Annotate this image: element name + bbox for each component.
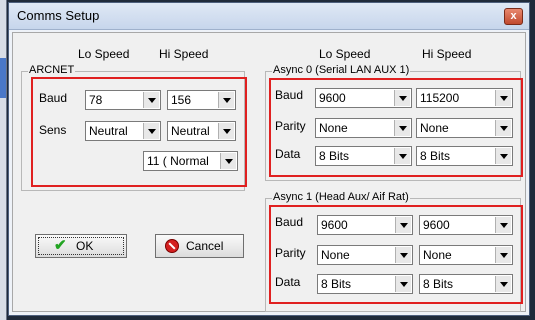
arcnet-baud-hi-value: 156 [171,93,192,107]
close-button[interactable]: x [504,8,523,25]
async0-baud-hi-value: 115200 [420,91,460,105]
cancel-button-label: Cancel [186,239,224,253]
async0-data-hi-select[interactable]: 8 Bits [416,146,513,166]
async1-parity-hi-select[interactable]: None [419,245,513,265]
async0-parity-hi-select[interactable]: None [416,118,513,138]
async0-data-lo-select[interactable]: 8 Bits [315,146,412,166]
chevron-down-icon[interactable] [495,247,511,263]
close-icon: x [510,10,517,22]
chevron-down-icon[interactable] [394,90,410,106]
async0-baud-lo-select[interactable]: 9600 [315,88,412,108]
async0-data-label: Data [275,147,301,161]
async0-data-hi-value: 8 Bits [420,149,451,163]
comms-setup-dialog: Comms Setup x Lo Speed Hi Speed ARCNET B… [8,2,530,316]
chevron-down-icon[interactable] [218,92,234,108]
arcnet-sens-hi-select[interactable]: Neutral [167,121,236,141]
chevron-down-icon[interactable] [495,120,511,136]
chevron-down-icon[interactable] [395,247,411,263]
chevron-down-icon[interactable] [220,153,236,169]
arcnet-sens-lo-select[interactable]: Neutral [85,121,161,141]
window-title: Comms Setup [17,8,100,23]
arcnet-baud-hi-select[interactable]: 156 [167,90,236,110]
async0-baud-hi-select[interactable]: 115200 [416,88,513,108]
async-lo-speed-header: Lo Speed [319,47,371,61]
arcnet-sens-lo-value: Neutral [89,124,128,138]
async0-parity-lo-value: None [319,121,348,135]
arcnet-baud-lo-select[interactable]: 78 [85,90,161,110]
async1-baud-lo-select[interactable]: 9600 [317,215,413,235]
async-hi-speed-header: Hi Speed [422,47,472,61]
title-bar[interactable]: Comms Setup x [9,3,529,30]
cancel-button[interactable]: Cancel [155,234,244,258]
async0-baud-label: Baud [275,88,304,102]
chevron-down-icon[interactable] [395,276,411,292]
async1-group-title: Async 1 (Head Aux/ Aif Rat) [272,191,410,203]
arcnet-lo-speed-header: Lo Speed [78,47,130,61]
chevron-down-icon[interactable] [495,148,511,164]
async1-parity-lo-select[interactable]: None [317,245,413,265]
async0-data-lo-value: 8 Bits [319,149,350,163]
async0-baud-lo-value: 9600 [319,91,346,105]
async0-group-title: Async 0 (Serial LAN AUX 1) [272,64,411,76]
arcnet-sens-hi-value: Neutral [171,124,210,138]
ok-button[interactable]: ✔ OK [35,234,127,258]
chevron-down-icon[interactable] [143,123,159,139]
background-window-edge [0,0,7,320]
arcnet-sens-label: Sens [39,123,67,137]
arcnet-group-title: ARCNET [28,64,76,76]
async1-baud-hi-value: 9600 [423,218,450,232]
chevron-down-icon[interactable] [495,276,511,292]
chevron-down-icon[interactable] [143,92,159,108]
async0-parity-lo-select[interactable]: None [315,118,412,138]
async1-parity-hi-value: None [423,248,452,262]
async1-baud-hi-select[interactable]: 9600 [419,215,513,235]
async0-parity-label: Parity [275,119,306,133]
async1-data-lo-value: 8 Bits [321,277,352,291]
async1-data-hi-select[interactable]: 8 Bits [419,274,513,294]
async1-baud-label: Baud [275,215,304,229]
chevron-down-icon[interactable] [495,90,511,106]
arcnet-mode-value: 11 ( Normal [147,154,209,168]
async1-parity-label: Parity [275,246,306,260]
async1-baud-lo-value: 9600 [321,218,348,232]
ok-button-label: OK [76,239,94,253]
chevron-down-icon[interactable] [218,123,234,139]
async1-data-lo-select[interactable]: 8 Bits [317,274,413,294]
chevron-down-icon[interactable] [394,120,410,136]
async0-parity-hi-value: None [420,121,449,135]
stop-icon [165,239,179,253]
chevron-down-icon[interactable] [395,217,411,233]
dialog-client-area: Lo Speed Hi Speed ARCNET Baud 78 156 Sen… [12,32,526,312]
arcnet-mode-select[interactable]: 11 ( Normal [143,151,238,171]
arcnet-hi-speed-header: Hi Speed [159,47,209,61]
arcnet-baud-lo-value: 78 [89,93,103,107]
arcnet-baud-label: Baud [39,91,68,105]
async1-data-hi-value: 8 Bits [423,277,454,291]
chevron-down-icon[interactable] [394,148,410,164]
checkmark-icon: ✔ [54,237,67,254]
async1-parity-lo-value: None [321,248,350,262]
async1-data-label: Data [275,275,301,289]
chevron-down-icon[interactable] [495,217,511,233]
background-window-accent [0,58,6,98]
